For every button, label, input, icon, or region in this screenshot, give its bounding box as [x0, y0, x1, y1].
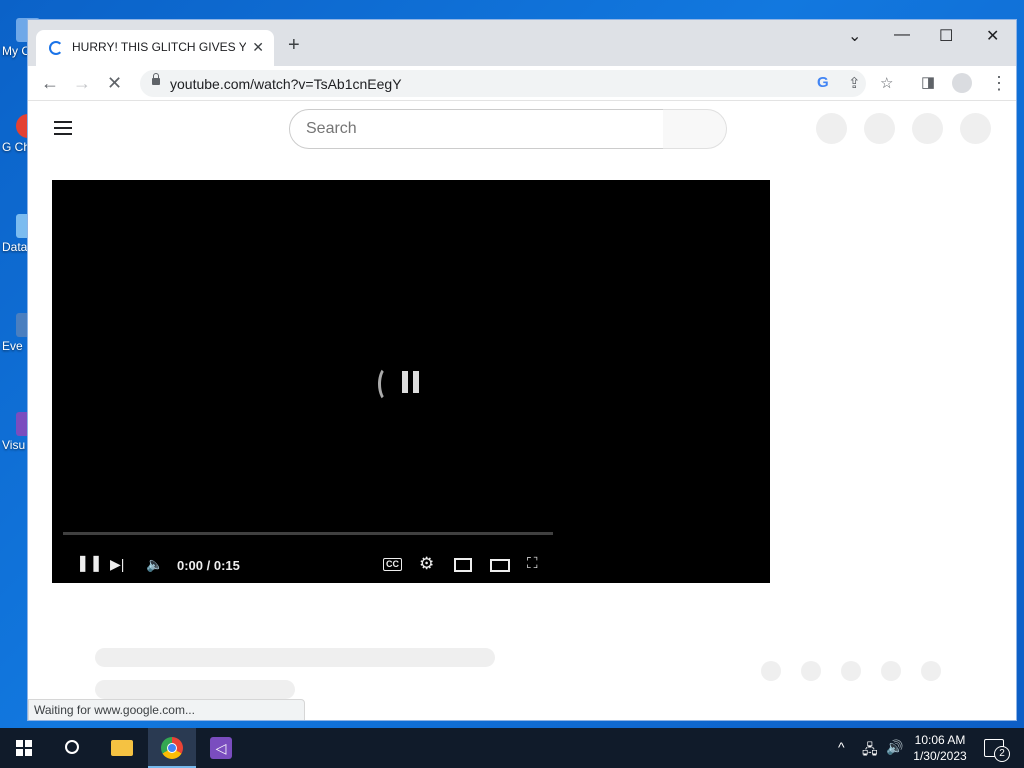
clock-date: 1/30/2023 — [913, 749, 967, 763]
settings-gear-icon[interactable]: ⚙ — [419, 555, 434, 573]
address-bar[interactable]: youtube.com/watch?v=TsAb1cnEegY G ⇪ ☆ — [140, 70, 893, 97]
minimize-button[interactable]: — — [894, 26, 910, 44]
tab-search-button[interactable]: ⌄ — [848, 26, 861, 46]
star-icon[interactable]: ☆ — [880, 74, 893, 92]
show-hidden-icons-button[interactable]: ^ — [838, 739, 845, 755]
search-input[interactable]: Search — [289, 109, 665, 149]
skeleton-action — [881, 661, 901, 681]
browser-window: HURRY! THIS GLITCH GIVES YOU ✕ + ⌄ — ☐ ✕… — [28, 20, 1016, 720]
google-icon[interactable]: G — [817, 74, 829, 91]
browser-tab[interactable]: HURRY! THIS GLITCH GIVES YOU ✕ — [36, 30, 274, 66]
skeleton-avatar — [864, 113, 895, 144]
search-icon — [65, 740, 79, 754]
maximize-button[interactable]: ☐ — [939, 26, 953, 46]
new-tab-button[interactable]: + — [288, 35, 300, 55]
notification-count-badge: 2 — [994, 746, 1010, 762]
volume-icon[interactable]: 🔈 — [146, 555, 163, 573]
progress-bar[interactable] — [63, 532, 553, 535]
skeleton-action — [801, 661, 821, 681]
close-window-button[interactable]: ✕ — [986, 26, 999, 46]
skeleton-title — [95, 648, 495, 667]
time-display: 0:00 / 0:15 — [177, 558, 240, 573]
next-button[interactable]: ▶| — [110, 555, 124, 573]
profile-icon[interactable] — [952, 73, 972, 93]
buffering-spinner-icon — [378, 366, 397, 402]
clock[interactable]: 10:06 AM 1/30/2023 — [905, 732, 975, 764]
captions-button[interactable]: CC — [383, 558, 402, 571]
skeleton-action — [841, 661, 861, 681]
taskbar: ◁ ^ 🖧 🔊 10:06 AM 1/30/2023 2 — [0, 728, 1024, 768]
lock-icon[interactable] — [152, 73, 160, 85]
search-taskbar-button[interactable] — [48, 728, 96, 768]
skeleton-avatar — [960, 113, 991, 144]
visual-studio-taskbar-button[interactable]: ◁ — [197, 728, 245, 768]
skeleton-action — [761, 661, 781, 681]
pause-button[interactable]: ❚❚ — [76, 555, 103, 573]
search-button[interactable] — [663, 109, 727, 149]
file-explorer-button[interactable] — [98, 728, 146, 768]
clock-time: 10:06 AM — [914, 733, 966, 747]
windows-icon — [16, 740, 32, 756]
browser-toolbar: ← → ✕ youtube.com/watch?v=TsAb1cnEegY G … — [28, 66, 1016, 101]
menu-icon[interactable]: ⋮ — [990, 72, 1008, 94]
center-pause-icon — [402, 371, 422, 393]
skeleton-avatar — [816, 113, 847, 144]
search-placeholder: Search — [306, 120, 357, 137]
hamburger-menu-icon[interactable] — [54, 121, 72, 139]
status-text: Waiting for www.google.com... — [34, 703, 195, 717]
chrome-icon — [161, 737, 183, 759]
fullscreen-button[interactable]: ⛶ — [527, 555, 538, 573]
back-button[interactable]: ← — [41, 72, 59, 94]
tab-strip: HURRY! THIS GLITCH GIVES YOU ✕ + ⌄ — ☐ ✕ — [28, 20, 1016, 66]
forward-button[interactable]: → — [73, 72, 91, 94]
sidebar-icon[interactable]: ◨ — [921, 72, 935, 94]
visual-studio-icon: ◁ — [210, 737, 232, 759]
skeleton-channel — [95, 680, 295, 699]
chrome-taskbar-button[interactable] — [148, 728, 196, 768]
folder-icon — [111, 740, 133, 756]
loading-spinner-icon — [49, 41, 63, 55]
volume-tray-icon[interactable]: 🔊 — [886, 739, 903, 756]
video-player[interactable]: ❚❚ ▶| 🔈 0:00 / 0:15 CC ⚙ ⛶ — [52, 180, 770, 583]
tab-title: HURRY! THIS GLITCH GIVES YOU — [72, 40, 246, 54]
status-bar: Waiting for www.google.com... — [28, 699, 305, 720]
theater-mode-button[interactable] — [490, 559, 510, 572]
skeleton-action — [921, 661, 941, 681]
skeleton-avatar — [912, 113, 943, 144]
url-text[interactable]: youtube.com/watch?v=TsAb1cnEegY — [170, 76, 402, 92]
miniplayer-button[interactable] — [454, 558, 472, 572]
youtube-page: Search ❚❚ ▶| 🔈 0:00 / 0:15 CC ⚙ ⛶ Waitin… — [28, 101, 1016, 720]
tab-close-icon[interactable]: ✕ — [252, 39, 264, 56]
start-button[interactable] — [0, 728, 48, 768]
share-icon[interactable]: ⇪ — [848, 74, 861, 92]
network-icon[interactable]: 🖧 — [862, 739, 878, 763]
stop-loading-button[interactable]: ✕ — [107, 72, 122, 94]
